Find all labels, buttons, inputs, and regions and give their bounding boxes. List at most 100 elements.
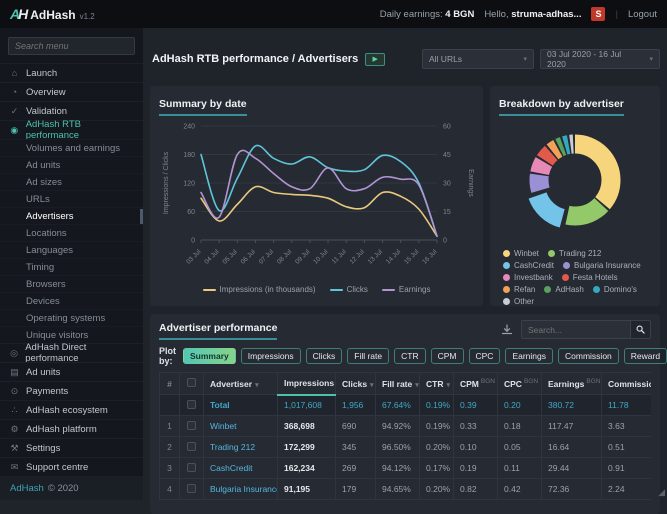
column-header-earnings[interactable]: EarningsBGN▾ — [542, 373, 602, 395]
legend-item-earnings[interactable]: Earnings — [382, 285, 431, 294]
row-checkbox[interactable] — [187, 400, 196, 409]
column-label: CPC — [504, 379, 522, 389]
column-header-impressions[interactable]: Impressions▾ — [278, 373, 336, 395]
sidebar-item-timing[interactable]: Timing — [0, 258, 143, 275]
sidebar-item-urls[interactable]: URLs — [0, 190, 143, 207]
donut-legend-item-adhash[interactable]: AdHash — [544, 285, 583, 294]
row-checkbox[interactable] — [187, 421, 196, 430]
plot-by-summary-button[interactable]: Summary — [183, 348, 236, 364]
sidebar-item-locations[interactable]: Locations — [0, 224, 143, 241]
plot-by-commission-button[interactable]: Commission — [558, 348, 619, 364]
sidebar-item-label: Overview — [26, 87, 66, 98]
advertiser-link-bulgaria-insurance[interactable]: Bulgaria Insurance — [210, 484, 278, 494]
sidebar-item-ad-units[interactable]: ▤Ad units — [0, 362, 143, 381]
sidebar-item-support-centre[interactable]: ✉Support centre — [0, 457, 143, 476]
sidebar-search-input[interactable] — [8, 37, 135, 55]
sidebar-item-ad-units[interactable]: Ad units — [0, 156, 143, 173]
sidebar-item-advertisers[interactable]: Advertisers — [0, 207, 143, 224]
sidebar-item-launch[interactable]: ⌂Launch — [0, 63, 143, 82]
sidebar-item-operating-systems[interactable]: Operating systems — [0, 309, 143, 326]
row-checkbox[interactable] — [187, 442, 196, 451]
donut-legend-item-winbet[interactable]: Winbet — [503, 249, 539, 258]
metric-cell: 1,017,608 — [278, 395, 336, 416]
sidebar-item-settings[interactable]: ⚒Settings — [0, 438, 143, 457]
search-icon[interactable] — [630, 321, 650, 338]
row-checkbox[interactable] — [187, 463, 196, 472]
legend-dot — [503, 250, 510, 257]
top-bar: AH AdHash v1.2 Daily earnings: 4 BGN Hel… — [0, 0, 667, 28]
sidebar-item-unique-visitors[interactable]: Unique visitors — [0, 326, 143, 343]
advertiser-link-cashcredit[interactable]: CashCredit — [210, 463, 253, 473]
select-all-checkbox[interactable] — [180, 373, 204, 395]
sidebar-item-languages[interactable]: Languages — [0, 241, 143, 258]
plot-by-fill-rate-button[interactable]: Fill rate — [347, 348, 389, 364]
row-index — [160, 395, 180, 416]
column-header-fill-rate[interactable]: Fill rate▾ — [376, 373, 420, 395]
svg-text:09 Jul: 09 Jul — [294, 248, 312, 266]
legend-swatch — [330, 289, 343, 291]
sidebar-item-validation[interactable]: ✓Validation — [0, 101, 143, 120]
overview-icon: ◔ — [9, 87, 20, 97]
plot-by-clicks-button[interactable]: Clicks — [306, 348, 343, 364]
sidebar-item-devices[interactable]: Devices — [0, 292, 143, 309]
donut-legend-item-festa-hotels[interactable]: Festa Hotels — [562, 273, 618, 282]
date-range-select[interactable]: 03 Jul 2020 - 16 Jul 2020▾ — [540, 49, 660, 69]
column-header-advertiser[interactable]: Advertiser▾ — [204, 373, 278, 395]
svg-text:10 Jul: 10 Jul — [312, 248, 330, 266]
column-header-clicks[interactable]: Clicks▾ — [336, 373, 376, 395]
sidebar-item-volumes-and-earnings[interactable]: Volumes and earnings — [0, 139, 143, 156]
logout-button[interactable]: Logout — [628, 9, 657, 20]
column-header-ctr[interactable]: CTR▾ — [420, 373, 454, 395]
legend-label: Earnings — [399, 285, 431, 294]
download-icon[interactable] — [501, 324, 513, 336]
plot-by-impressions-button[interactable]: Impressions — [241, 348, 301, 364]
donut-legend-item-refan[interactable]: Refan — [503, 285, 535, 294]
plot-by-cpc-button[interactable]: CPC — [469, 348, 501, 364]
play-report-button[interactable]: ▶ — [365, 53, 385, 66]
donut-legend-item-investbank[interactable]: Investbank — [503, 273, 553, 282]
donut-legend-item-other[interactable]: Other — [503, 297, 534, 306]
sidebar-item-overview[interactable]: ◔ Overview — [0, 82, 143, 101]
advertiser-link-winbet[interactable]: Winbet — [210, 421, 236, 431]
row-checkbox[interactable] — [187, 484, 196, 493]
greeting[interactable]: Hello, struma-adhas... — [484, 9, 581, 20]
legend-label: Domino's — [604, 285, 637, 294]
plot-by-cpm-button[interactable]: CPM — [431, 348, 464, 364]
sidebar-item-ad-sizes[interactable]: Ad sizes — [0, 173, 143, 190]
svg-text:08 Jul: 08 Jul — [276, 248, 294, 266]
donut-legend-item-trading-212[interactable]: Trading 212 — [548, 249, 601, 258]
footer-brand[interactable]: AdHash — [10, 483, 44, 494]
checkbox[interactable] — [187, 378, 196, 387]
donut-legend-item-domino-s[interactable]: Domino's — [593, 285, 637, 294]
plot-by-ctr-button[interactable]: CTR — [394, 348, 425, 364]
breadcrumb: AdHash RTB performance / Advertisers — [152, 53, 358, 65]
sidebar-item-browsers[interactable]: Browsers — [0, 275, 143, 292]
metric-cell: 0.05 — [498, 437, 542, 458]
legend-item-impressions-in-thousands[interactable]: Impressions (in thousands) — [203, 285, 316, 294]
sidebar-item-adhash-rtb-performance[interactable]: ◉AdHash RTB performance — [0, 120, 143, 139]
sidebar-item-payments[interactable]: ⊙Payments — [0, 381, 143, 400]
legend-item-clicks[interactable]: Clicks — [330, 285, 368, 294]
adhash-logo[interactable]: AH AdHash v1.2 — [10, 6, 95, 22]
sidebar-item-adhash-direct-performance[interactable]: ◎AdHash Direct performance — [0, 343, 143, 362]
column-label: CTR — [426, 379, 443, 389]
advertiser-link-trading-212[interactable]: Trading 212 — [210, 442, 255, 452]
sidebar-item-label: AdHash Direct performance — [25, 342, 134, 364]
column-header-cpm[interactable]: CPMBGN▾ — [454, 373, 498, 395]
metric-cell: 0.39 — [454, 395, 498, 416]
row-checkbox-cell — [180, 479, 204, 500]
url-filter-select[interactable]: All URLs▾ — [422, 49, 534, 69]
svg-text:0: 0 — [191, 238, 195, 245]
plot-by-reward-button[interactable]: Reward — [624, 348, 667, 364]
sidebar-item-adhash-ecosystem[interactable]: ∴AdHash ecosystem — [0, 400, 143, 419]
column-header-commission[interactable]: CommissionBGN▾ — [602, 373, 652, 395]
plot-by-earnings-button[interactable]: Earnings — [505, 348, 553, 364]
resize-grip[interactable]: ◢ — [658, 487, 665, 498]
donut-legend-item-bulgaria-insurance[interactable]: Bulgaria Insurance — [563, 261, 641, 270]
avatar[interactable]: S — [591, 7, 605, 21]
sidebar-item-label: Settings — [26, 443, 60, 454]
sidebar-item-adhash-platform[interactable]: ⚙AdHash platform — [0, 419, 143, 438]
table-search-input[interactable] — [522, 321, 630, 338]
column-header-cpc[interactable]: CPCBGN▾ — [498, 373, 542, 395]
donut-legend-item-cashcredit[interactable]: CashCredit — [503, 261, 554, 270]
